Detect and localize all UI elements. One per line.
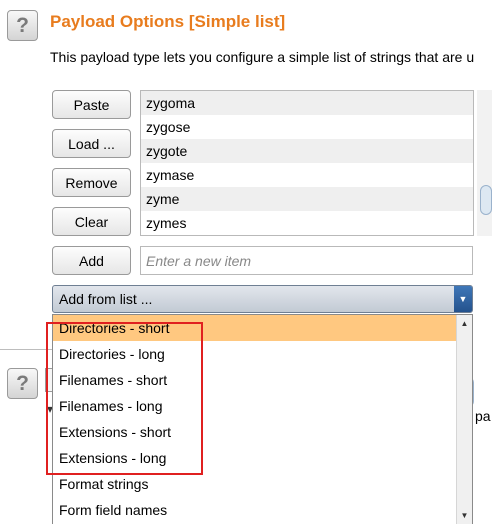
dropdown-scrollbar[interactable]: ▲ ▼ <box>456 315 472 524</box>
list-item[interactable]: zygote <box>141 139 473 163</box>
question-mark-icon: ? <box>16 13 29 37</box>
list-item[interactable]: zymase <box>141 163 473 187</box>
chevron-down-icon[interactable]: ▼ <box>454 286 472 312</box>
question-mark-icon: ? <box>16 371 29 395</box>
list-item[interactable]: zygoma <box>141 91 473 115</box>
list-item[interactable]: zyme <box>141 187 473 211</box>
dropdown-option[interactable]: Form field names <box>53 497 472 523</box>
section-divider <box>0 349 52 350</box>
arrow-down-icon[interactable]: ▼ <box>457 509 472 521</box>
list-scrollbar[interactable] <box>477 90 492 236</box>
help-button-lower[interactable]: ? <box>7 368 38 399</box>
payload-list[interactable]: zygoma zygose zygote zymase zyme zymes <box>140 90 474 236</box>
select-value: Add from list ... <box>59 291 153 307</box>
list-item[interactable]: zymes <box>141 211 473 235</box>
highlight-annotation <box>46 322 203 475</box>
load-button[interactable]: Load ... <box>52 129 131 158</box>
help-button[interactable]: ? <box>7 10 38 41</box>
remove-button[interactable]: Remove <box>52 168 131 197</box>
add-button[interactable]: Add <box>52 246 131 275</box>
arrow-up-icon[interactable]: ▲ <box>457 317 472 329</box>
add-from-list-select[interactable]: Add from list ... ▼ <box>52 285 473 313</box>
new-item-input[interactable] <box>140 246 473 275</box>
clear-button[interactable]: Clear <box>52 207 131 236</box>
section-description: This payload type lets you configure a s… <box>50 49 475 65</box>
paste-button[interactable]: Paste <box>52 90 131 119</box>
scrollbar-thumb[interactable] <box>480 185 492 215</box>
truncated-text: pa <box>475 408 491 424</box>
section-title: Payload Options [Simple list] <box>50 12 286 31</box>
list-item[interactable]: zygose <box>141 115 473 139</box>
